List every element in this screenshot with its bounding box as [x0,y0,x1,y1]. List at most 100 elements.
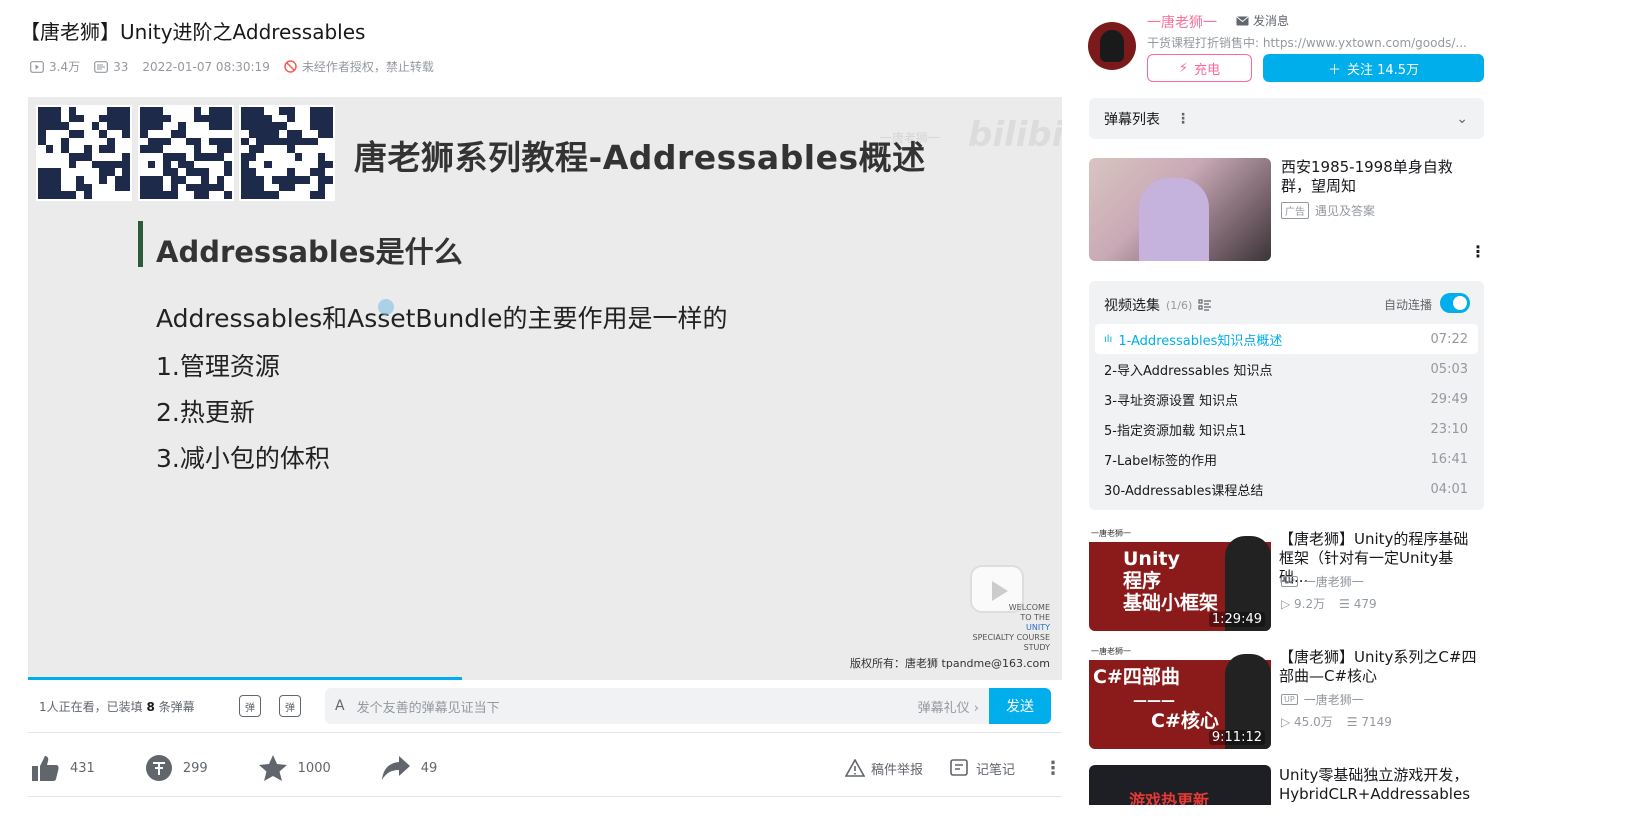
playlist-episode[interactable]: ılı 1-Addressables知识点概述 07:22 [1095,324,1478,354]
recommended-video-title[interactable]: 【唐老狮】Unity系列之C#四部曲—C#核心 [1279,648,1479,686]
qr-module [38,122,46,130]
episode-name: 3-寻址资源设置 知识点 [1104,393,1239,409]
qr-module [38,130,46,138]
qr-module [256,145,264,153]
ad-title[interactable]: 西安1985-1998单身自救群，望周知 [1281,158,1481,196]
slide-bullet: Addressables和AssetBundle的主要作用是一样的 [156,304,728,333]
qr-module [38,183,46,192]
qr-module [140,176,148,184]
playlist-episode[interactable]: 5-指定资源加载 知识点1 23:10 [1095,414,1478,444]
qr-module [317,114,326,123]
charge-button[interactable]: ⚡ 充电 [1147,54,1252,82]
qr-module [241,137,249,146]
qr-module [38,114,46,123]
thumbnail-text: ——— [1133,693,1175,709]
more-options-icon[interactable]: ⋮ [1470,242,1486,261]
qr-module [317,183,326,192]
notes-label: 记笔记 [976,762,1016,778]
qr-module [186,137,194,146]
danmaku-count: 33 [113,59,129,74]
qr-module [325,176,333,184]
ad-thumbnail[interactable] [1089,158,1271,261]
danmaku-toggle-icon[interactable]: 弹 [239,695,261,717]
favorite-button[interactable]: 1000 [258,754,331,782]
qr-module [140,191,148,199]
recommended-video-thumbnail[interactable]: 一唐老狮一 Unity 程序 基础小框架 1:29:49 [1089,528,1271,631]
danmaku-list-header[interactable]: 弹幕列表 ⋮ ⌄ [1089,98,1484,139]
qr-module [264,122,272,130]
qr-module [114,114,123,123]
qr-module [209,122,217,130]
recommended-video-up[interactable]: UP 一唐老狮一 [1281,691,1364,708]
chevron-down-icon[interactable]: ⌄ [1456,111,1468,127]
episode-duration: 16:41 [1430,451,1468,467]
danmaku-settings-icon[interactable]: 弹 [279,695,301,717]
qr-module [68,114,77,123]
video-frame[interactable]: 一唐老狮一 bilibili 唐老狮系列教程-Addressables概述 Ad… [28,97,1062,680]
more-options-icon[interactable]: ⋮ [1176,111,1190,127]
send-danmaku-button[interactable]: 发送 [989,688,1051,724]
viewer-status-prefix: 1人正在看，已装填 [39,699,147,714]
recommended-video-up[interactable]: UP 一唐老狮一 [1281,573,1364,590]
follow-button[interactable]: ＋ 关注 14.5万 [1263,54,1484,82]
qr-module [256,130,264,138]
views-count: 3.4万 [49,60,81,74]
qr-module [241,176,249,184]
uploader-name[interactable]: 一唐老狮一 [1147,12,1217,32]
qr-module [140,114,148,123]
danmaku-list-title: 弹幕列表 [1104,111,1160,128]
qr-module [317,191,326,199]
qr-module [224,145,232,153]
danmaku-etiquette-link[interactable]: 弹幕礼仪 › [918,697,979,716]
qr-module [99,160,107,169]
qr-module [193,183,202,192]
qr-module [68,107,77,115]
qr-module [241,191,249,199]
more-actions-icon[interactable]: ⋮ [1044,758,1062,779]
note-icon [950,759,968,776]
like-button[interactable]: 431 [30,754,95,782]
qr-module [122,176,130,184]
uploader-avatar[interactable] [1088,22,1136,70]
qr-module [271,191,280,199]
qr-module [122,168,130,176]
qr-module [38,137,46,146]
up-badge: UP [1281,576,1298,587]
danmaku-input[interactable]: A 发个友善的弹幕见证当下 弹幕礼仪 › [325,688,989,724]
notes-button[interactable]: 记笔记 [950,759,1015,778]
autoplay-toggle[interactable] [1440,293,1470,313]
playlist-episode[interactable]: 7-Label标签的作用 16:41 [1095,444,1478,474]
qr-module [216,107,225,115]
video-playlist: 视频选集 (1/6) 自动连播 ılı 1-Addressables知识点概述 … [1089,281,1484,510]
qr-module [256,183,264,192]
coin-button[interactable]: 299 [145,754,208,782]
share-button[interactable]: 49 [381,755,437,781]
recommended-video-thumbnail[interactable]: 一唐老狮一 C#四部曲 ——— C#核心 9:11:12 [1089,646,1271,749]
playlist-episode[interactable]: 3-寻址资源设置 知识点 29:49 [1095,384,1478,414]
video-player[interactable]: 一唐老狮一 bilibili 唐老狮系列教程-Addressables概述 Ad… [28,97,1062,733]
danmaku-input-placeholder: 发个友善的弹幕见证当下 [356,700,500,716]
playlist-episode[interactable]: 2-导入Addressables 知识点 05:03 [1095,354,1478,384]
qr-module [99,114,107,123]
recommended-video-thumbnail[interactable]: 游戏热更新 [1089,765,1271,805]
playlist-episode[interactable]: 30-Addressables课程总结 04:01 [1095,474,1478,504]
qr-module [122,183,130,192]
qr-module [317,107,326,115]
danmaku-stat: ☰ 479 [1339,596,1377,611]
font-style-icon[interactable]: A [335,698,345,714]
send-message-link[interactable]: 发消息 [1236,12,1289,29]
slide-bullet: 2.热更新 [156,398,255,427]
qr-module [122,130,130,138]
qr-module [68,191,77,199]
qr-module [147,183,156,192]
qr-module [216,153,225,161]
list-view-icon[interactable] [1198,299,1212,311]
qr-module [310,191,318,199]
episode-name: 1-Addressables知识点概述 [1118,333,1283,349]
qr-module [201,183,209,192]
ad-source-name: 遇见及答案 [1315,204,1376,218]
qr-module [271,176,280,184]
recommended-video-title[interactable]: Unity零基础独立游戏开发，HybridCLR+Addressables热..… [1279,766,1479,802]
report-button[interactable]: 稿件举报 [845,759,923,778]
qr-module [256,114,264,123]
